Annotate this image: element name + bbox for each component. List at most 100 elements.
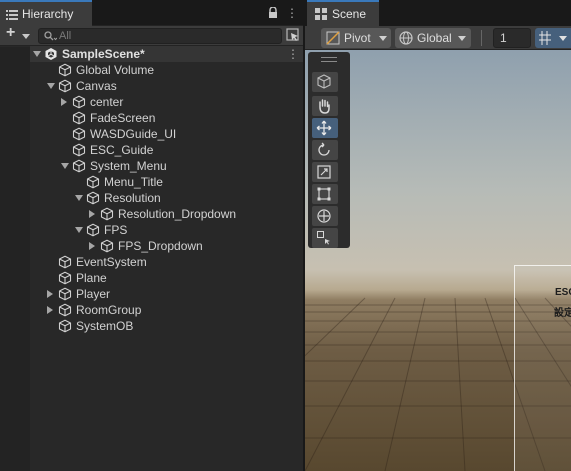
hierarchy-row[interactable]: RoomGroup [30, 302, 303, 318]
tab-hierarchy-label: Hierarchy [22, 7, 74, 21]
plus-icon: + [6, 24, 16, 41]
chevron-down-icon [458, 36, 466, 41]
custom-tool-icon [317, 231, 330, 245]
view-tool-button[interactable] [312, 72, 338, 92]
hierarchy-row[interactable]: Player [30, 286, 303, 302]
scene-tool-palette [308, 52, 350, 248]
hierarchy-row[interactable]: FPS [30, 222, 303, 238]
hierarchy-row-label: SampleScene* [62, 47, 145, 61]
pivot-icon [326, 31, 340, 48]
hierarchy-row-label: Menu_Title [104, 175, 163, 189]
expanded-arrow-icon[interactable] [75, 195, 83, 201]
expanded-arrow-icon[interactable] [75, 227, 83, 233]
global-dropdown[interactable]: Global [395, 28, 471, 48]
snap-icon [539, 31, 555, 48]
hierarchy-row[interactable]: Global Volume [30, 62, 303, 78]
hierarchy-row-label: Global Volume [76, 63, 155, 77]
custom-tool-button[interactable] [312, 228, 338, 248]
grid-size-value: 1 [500, 31, 507, 45]
cube-icon [317, 74, 331, 89]
hierarchy-row-label: SystemOB [76, 319, 134, 333]
hierarchy-row[interactable]: center [30, 94, 303, 110]
hierarchy-row[interactable]: SystemOB [30, 318, 303, 334]
hierarchy-tab-bar: Hierarchy ⋮ [0, 0, 303, 26]
hierarchy-panel: Hierarchy ⋮ + All SampleScene* ⋮ Global Vo… [0, 0, 303, 471]
chevron-down-icon [379, 36, 387, 41]
scene-overlay-text: ESC [555, 287, 571, 298]
collapsed-arrow-icon[interactable] [89, 242, 95, 250]
hierarchy-row-label: EventSystem [76, 255, 147, 269]
hierarchy-row[interactable]: EventSystem [30, 254, 303, 270]
hierarchy-row[interactable]: FadeScreen [30, 110, 303, 126]
hierarchy-row[interactable]: FPS_Dropdown [30, 238, 303, 254]
move-icon [316, 120, 332, 136]
collapsed-arrow-icon[interactable] [89, 210, 95, 218]
scale-icon [317, 165, 331, 179]
collapsed-arrow-icon[interactable] [47, 306, 53, 314]
scene-more-button[interactable]: ⋮ [287, 47, 299, 61]
hierarchy-row-label: WASDGuide_UI [90, 127, 177, 141]
globe-icon [399, 31, 413, 48]
rect-tool-button[interactable] [312, 184, 338, 204]
rotate-icon [318, 142, 330, 156]
grid-size-input[interactable]: 1 [493, 28, 531, 48]
hierarchy-row-label: FPS_Dropdown [118, 239, 203, 253]
collapsed-arrow-icon[interactable] [47, 290, 53, 298]
tab-hierarchy[interactable]: Hierarchy [0, 0, 92, 26]
hierarchy-row[interactable]: Canvas [30, 78, 303, 94]
hierarchy-row[interactable]: Menu_Title [30, 174, 303, 190]
scene-overlay-text: 設定 [554, 308, 571, 319]
list-icon [6, 9, 18, 23]
hierarchy-row-label: FPS [104, 223, 128, 237]
pivot-dropdown[interactable]: Pivot [321, 28, 391, 48]
scale-tool-button[interactable] [312, 162, 338, 182]
global-label: Global [417, 31, 452, 45]
rotate-tool-button[interactable] [312, 140, 338, 160]
hand-icon [319, 99, 330, 114]
lock-icon[interactable] [268, 6, 278, 21]
hierarchy-row-label: Resolution [104, 191, 161, 205]
expanded-arrow-icon[interactable] [47, 83, 55, 89]
search-placeholder: All [59, 30, 72, 42]
gameobject-cube-icon [58, 319, 72, 336]
search-icon [43, 29, 58, 46]
tab-scene[interactable]: Scene [307, 0, 379, 26]
expanded-arrow-icon[interactable] [33, 51, 41, 57]
scene-picking-icon[interactable] [286, 28, 300, 45]
pivot-label: Pivot [344, 31, 371, 45]
hierarchy-row-label: FadeScreen [90, 111, 156, 125]
hierarchy-row[interactable]: ESC_Guide [30, 142, 303, 158]
hierarchy-more-button[interactable]: ⋮ [286, 6, 298, 20]
hierarchy-row[interactable]: Resolution_Dropdown [30, 206, 303, 222]
scene-row[interactable]: SampleScene* ⋮ [30, 46, 303, 62]
expanded-arrow-icon[interactable] [61, 163, 69, 169]
rect-transform-icon [317, 187, 331, 201]
palette-drag-handle[interactable] [321, 57, 337, 62]
hierarchy-search-input[interactable]: All [38, 28, 282, 44]
hierarchy-row[interactable]: Resolution [30, 190, 303, 206]
hierarchy-toolbar: + All [0, 24, 303, 46]
move-tool-button[interactable] [312, 118, 338, 138]
hierarchy-row-label: Plane [76, 271, 107, 285]
hierarchy-row-label: center [90, 95, 124, 109]
hierarchy-row-label: Resolution_Dropdown [118, 207, 237, 221]
hierarchy-row[interactable]: System_Menu [30, 158, 303, 174]
scene-toolbar: Pivot Global 1 [305, 26, 571, 50]
hierarchy-gutter [0, 47, 30, 471]
collapsed-arrow-icon[interactable] [61, 98, 67, 106]
add-object-button[interactable]: + [2, 24, 32, 45]
tab-scene-label: Scene [332, 7, 367, 21]
transform-tool-button[interactable] [312, 206, 338, 226]
hand-tool-button[interactable] [312, 96, 338, 116]
grid-icon [315, 8, 327, 23]
hierarchy-row-label: Canvas [76, 79, 117, 93]
hierarchy-row-label: Player [76, 287, 111, 301]
chevron-down-icon [559, 36, 567, 41]
transform-icon [317, 209, 331, 223]
scene-panel: Scene Pivot Global 1 ES 設定 [305, 0, 571, 471]
hierarchy-row[interactable]: Plane [30, 270, 303, 286]
grid-snap-button[interactable] [535, 28, 571, 48]
hierarchy-row-label: RoomGroup [76, 303, 142, 317]
hierarchy-row[interactable]: WASDGuide_UI [30, 126, 303, 142]
hierarchy-row-label: ESC_Guide [90, 143, 154, 157]
